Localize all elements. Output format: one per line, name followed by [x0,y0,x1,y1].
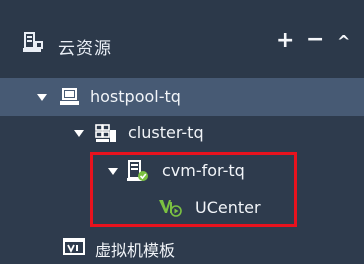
tree-node-ucenter[interactable]: UCenter [0,190,364,228]
tree-node-label: cvm-for-tq [162,161,245,180]
host-pool-icon [60,88,79,105]
vm-running-icon [159,200,182,217]
cvm-host-icon [127,160,148,181]
expand-arrow-icon[interactable] [108,168,118,175]
tree-node-label: UCenter [195,198,261,217]
tree-node-vm-template[interactable]: 虚拟机模板 [0,228,364,264]
tree-node-hostpool[interactable]: hostpool-tq [0,78,364,116]
tree-node-label: 虚拟机模板 [95,241,176,260]
cloud-resource-icon [23,32,43,52]
cloud-resource-panel: 云资源 + − ^ hostpool-tq cluster-tq cvm-for… [0,0,364,264]
panel-header: 云资源 + − ^ [0,0,364,78]
cluster-icon [95,124,116,142]
tree-node-label: cluster-tq [128,123,204,142]
add-button[interactable]: + [276,28,294,53]
collapse-button[interactable]: ^ [337,32,350,51]
tree-node-cluster[interactable]: cluster-tq [0,115,364,153]
vm-template-icon [63,238,85,255]
tree-node-label: hostpool-tq [90,87,181,106]
expand-arrow-icon[interactable] [37,94,47,101]
tree-node-cvm[interactable]: cvm-for-tq [0,153,364,191]
panel-title: 云资源 [58,39,112,59]
expand-arrow-icon[interactable] [74,130,84,137]
remove-button[interactable]: − [306,27,324,52]
